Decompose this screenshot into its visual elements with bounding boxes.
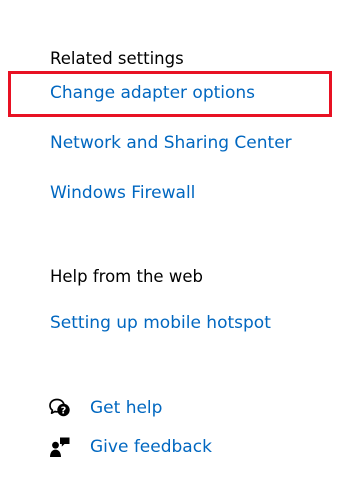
get-help-row[interactable]: ? Get help bbox=[48, 395, 162, 421]
related-settings-heading: Related settings bbox=[50, 49, 184, 68]
feedback-icon bbox=[48, 435, 72, 459]
network-and-sharing-center-link[interactable]: Network and Sharing Center bbox=[50, 131, 292, 155]
windows-firewall-link[interactable]: Windows Firewall bbox=[50, 181, 195, 205]
get-help-label: Get help bbox=[90, 398, 163, 418]
get-help-icon: ? bbox=[48, 396, 72, 420]
help-from-web-heading: Help from the web bbox=[50, 267, 203, 286]
setting-up-mobile-hotspot-link[interactable]: Setting up mobile hotspot bbox=[50, 311, 271, 335]
svg-text:?: ? bbox=[61, 405, 67, 416]
give-feedback-row[interactable]: Give feedback bbox=[48, 434, 212, 460]
give-feedback-label: Give feedback bbox=[90, 437, 212, 457]
change-adapter-options-link[interactable]: Change adapter options bbox=[50, 81, 255, 105]
